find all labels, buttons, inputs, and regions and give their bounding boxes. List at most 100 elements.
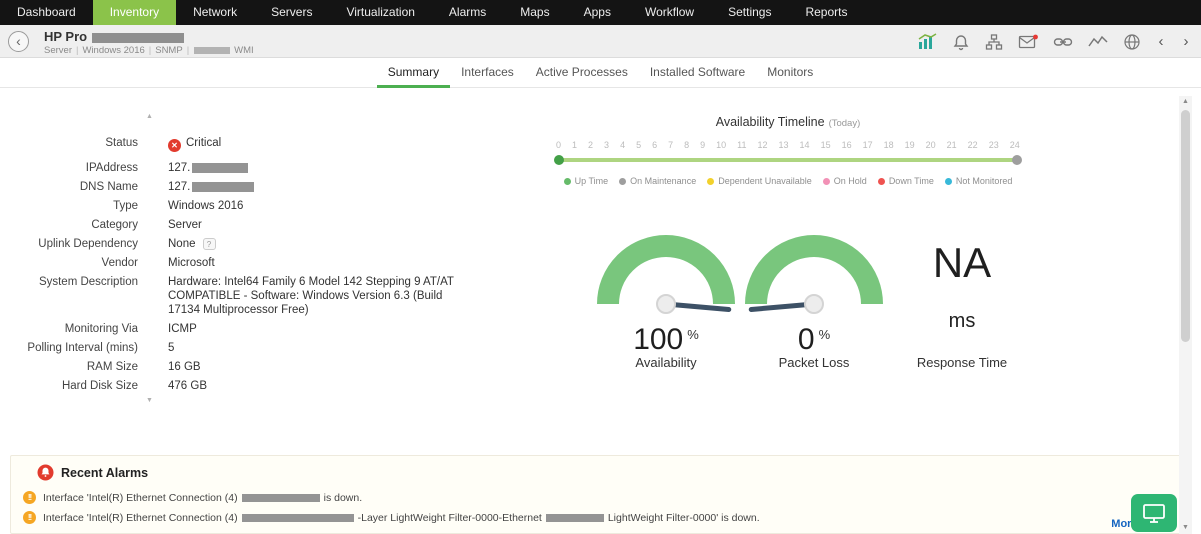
detail-value: None? — [168, 237, 216, 251]
detail-value: Hardware: Intel64 Family 6 Model 142 Ste… — [168, 275, 465, 317]
tab-summary[interactable]: Summary — [377, 59, 450, 88]
redacted-text — [242, 514, 354, 522]
timeline-hour-label: 22 — [968, 140, 978, 150]
recent-alarms-section: Recent Alarms !! Interface 'Intel(R) Eth… — [10, 455, 1183, 534]
nav-maps[interactable]: Maps — [503, 0, 566, 25]
device-snapshot-page: Dashboard Inventory Network Servers Virt… — [0, 0, 1201, 534]
nav-reports[interactable]: Reports — [788, 0, 864, 25]
redacted-text — [242, 494, 320, 502]
detail-value: 16 GB — [168, 360, 201, 374]
alarm-row[interactable]: !! Interface 'Intel(R) Ethernet Connecti… — [23, 491, 1170, 504]
tab-interfaces[interactable]: Interfaces — [450, 59, 525, 88]
timeline-hour-label: 10 — [716, 140, 726, 150]
gauge-dial — [744, 228, 884, 316]
sparkline-icon[interactable] — [1088, 34, 1108, 50]
alarm-row[interactable]: !! Interface 'Intel(R) Ethernet Connecti… — [23, 511, 1170, 524]
next-device-button[interactable]: › — [1181, 33, 1191, 51]
vertical-scrollbar[interactable]: ▲ ▼ — [1179, 96, 1192, 534]
web-globe-icon[interactable] — [1123, 33, 1141, 51]
timeline-hour-label: 14 — [800, 140, 810, 150]
scrollbar-thumb[interactable] — [1181, 110, 1190, 342]
status-badge: Critical — [186, 137, 221, 149]
topology-icon[interactable] — [985, 33, 1003, 51]
timeline-hour-label: 19 — [905, 140, 915, 150]
timeline-end-dot — [1012, 155, 1022, 165]
detail-label: Uplink Dependency — [0, 237, 138, 251]
timeline-hour-label: 6 — [652, 140, 657, 150]
chat-widget-button[interactable] — [1131, 494, 1177, 532]
alarm-message: Interface 'Intel(R) Ethernet Connection … — [43, 512, 760, 524]
response-time-value: NA — [888, 242, 1036, 284]
previous-device-button[interactable]: ‹ — [1156, 33, 1166, 51]
detail-row-type: Type Windows 2016 — [0, 199, 470, 213]
timeline-hour-label: 13 — [779, 140, 789, 150]
help-icon[interactable]: ? — [203, 238, 216, 250]
detail-value: 127. — [168, 161, 248, 175]
legend-item-dependent-unavailable: Dependent Unavailable — [707, 176, 812, 186]
email-icon[interactable] — [1018, 34, 1038, 50]
detail-value: 5 — [168, 341, 174, 355]
nav-alarms[interactable]: Alarms — [432, 0, 503, 25]
nav-dashboard[interactable]: Dashboard — [0, 0, 93, 25]
legend-dot — [945, 178, 952, 185]
detail-label: Polling Interval (mins) — [0, 341, 138, 355]
gauge-dial — [596, 228, 736, 316]
timeline-title: Availability Timeline(Today) — [542, 115, 1034, 129]
detail-label: Vendor — [0, 256, 138, 270]
legend-dot — [823, 178, 830, 185]
availability-value: 100% — [592, 323, 740, 357]
scroll-down-arrow[interactable]: ▼ — [1179, 522, 1192, 534]
legend-item-down-time: Down Time — [878, 176, 934, 186]
expand-panel-icon[interactable]: ▼ — [146, 397, 153, 404]
nav-settings[interactable]: Settings — [711, 0, 788, 25]
nav-inventory[interactable]: Inventory — [93, 0, 176, 25]
redacted-text — [192, 182, 254, 192]
timeline-hour-scale: 0123456789101112131415161718192021222324 — [556, 140, 1020, 150]
timeline-hour-label: 16 — [842, 140, 852, 150]
detail-value: ICMP — [168, 322, 197, 336]
alarm-message: Interface 'Intel(R) Ethernet Connection … — [43, 492, 362, 504]
nav-virtualization[interactable]: Virtualization — [329, 0, 431, 25]
timeline-hour-label: 18 — [884, 140, 894, 150]
nav-apps[interactable]: Apps — [567, 0, 628, 25]
availability-timeline-track[interactable] — [556, 158, 1020, 162]
nav-workflow[interactable]: Workflow — [628, 0, 711, 25]
tab-active-processes[interactable]: Active Processes — [525, 59, 639, 88]
back-button[interactable]: ‹ — [8, 31, 29, 52]
timeline-hour-label: 7 — [668, 140, 673, 150]
device-os-text: Windows 2016 — [82, 45, 144, 56]
device-title: HP Pro — [44, 29, 184, 44]
nav-servers[interactable]: Servers — [254, 0, 329, 25]
legend-item-on-maintenance: On Maintenance — [619, 176, 696, 186]
detail-label: DNS Name — [0, 180, 138, 194]
detail-row-ram-size: RAM Size 16 GB — [0, 360, 470, 374]
nav-network[interactable]: Network — [176, 0, 254, 25]
gauge-pivot — [657, 295, 675, 313]
legend-dot — [564, 178, 571, 185]
detail-label: Category — [0, 218, 138, 232]
device-protocol-text: WMI — [234, 45, 254, 56]
timeline-hour-label: 9 — [700, 140, 705, 150]
timeline-legend: Up Time On Maintenance Dependent Unavail… — [542, 176, 1034, 186]
timeline-hour-label: 2 — [588, 140, 593, 150]
legend-item-not-monitored: Not Monitored — [945, 176, 1013, 186]
gauge-title: Packet Loss — [740, 355, 888, 370]
tab-installed-software[interactable]: Installed Software — [639, 59, 756, 88]
tab-monitors[interactable]: Monitors — [756, 59, 824, 88]
detail-label: Hard Disk Size — [0, 379, 138, 393]
gauge-pivot — [805, 295, 823, 313]
detail-label: RAM Size — [0, 360, 138, 374]
alarm-bell-icon[interactable] — [952, 33, 970, 51]
timeline-hour-label: 21 — [947, 140, 957, 150]
detail-row-hard-disk-size: Hard Disk Size 476 GB — [0, 379, 470, 393]
detail-label: Monitoring Via — [0, 322, 138, 336]
detail-value: ✕Critical — [168, 136, 221, 152]
link-icon[interactable] — [1053, 34, 1073, 50]
performance-chart-icon[interactable] — [917, 33, 937, 51]
collapse-panel-icon[interactable]: ▲ — [146, 113, 153, 120]
packet-loss-gauge: 0% Packet Loss — [740, 228, 888, 370]
detail-label: Status — [0, 136, 138, 152]
scroll-up-arrow[interactable]: ▲ — [1179, 96, 1192, 108]
detail-row-uplink-dependency: Uplink Dependency None? — [0, 237, 470, 251]
recent-alarms-title: Recent Alarms — [61, 466, 148, 480]
